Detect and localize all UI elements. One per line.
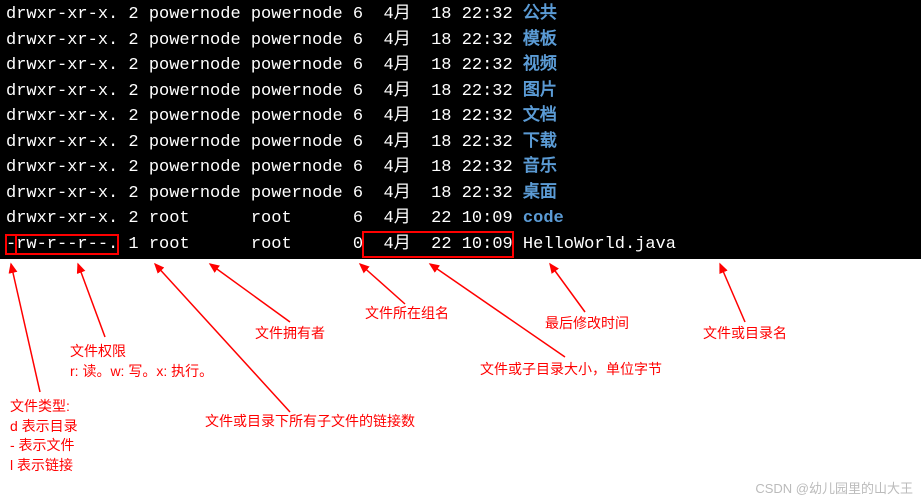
annotation-perm: 文件权限 r: 读。w: 写。x: 执行。 (70, 342, 213, 381)
annotation-owner: 文件拥有者 (255, 324, 325, 344)
terminal-output: drwxr-xr-x. 2 powernode powernode 6 4月 1… (0, 0, 921, 259)
filename: 桌面 (513, 181, 557, 207)
watermark: CSDN @幼儿园里的山大王 (755, 478, 913, 497)
annotation-group: 文件所在组名 (365, 304, 449, 324)
ls-row: drwxr-xr-x. 2 powernode powernode 6 4月 1… (6, 104, 915, 130)
ls-row: drwxr-xr-x. 2 root root 6 4月 22 10:09 co… (6, 206, 915, 232)
filename: 视频 (513, 53, 557, 79)
ls-row: drwxr-xr-x. 2 powernode powernode 6 4月 1… (6, 130, 915, 156)
annotation-links: 文件或目录下所有子文件的链接数 (205, 412, 415, 432)
annotation-name: 文件或目录名 (703, 324, 787, 344)
annotation-size: 文件或子目录大小，单位字节 (480, 360, 662, 380)
ls-row: drwxr-xr-x. 2 powernode powernode 6 4月 1… (6, 155, 915, 181)
ls-row: -rw-r--r--. 1 root root 0 4月 22 10:09 He… (6, 232, 915, 258)
filename: 模板 (513, 28, 557, 54)
ls-row: drwxr-xr-x. 2 powernode powernode 6 4月 1… (6, 181, 915, 207)
filename: 图片 (513, 79, 557, 105)
filename: HelloWorld.java (513, 232, 676, 258)
annotation-mtime: 最后修改时间 (545, 314, 629, 334)
filename: 音乐 (513, 155, 557, 181)
ls-row: drwxr-xr-x. 2 powernode powernode 6 4月 1… (6, 79, 915, 105)
filename: 文档 (513, 104, 557, 130)
ls-row: drwxr-xr-x. 2 powernode powernode 6 4月 1… (6, 2, 915, 28)
filename: 下载 (513, 130, 557, 156)
ls-row: drwxr-xr-x. 2 powernode powernode 6 4月 1… (6, 28, 915, 54)
annotation-area: 文件类型: d 表示目录 - 表示文件 l 表示链接 文件权限 r: 读。w: … (0, 262, 921, 501)
annotation-filetype: 文件类型: d 表示目录 - 表示文件 l 表示链接 (10, 397, 78, 475)
filename: 公共 (513, 2, 557, 28)
filename: code (513, 206, 564, 232)
ls-row: drwxr-xr-x. 2 powernode powernode 6 4月 1… (6, 53, 915, 79)
